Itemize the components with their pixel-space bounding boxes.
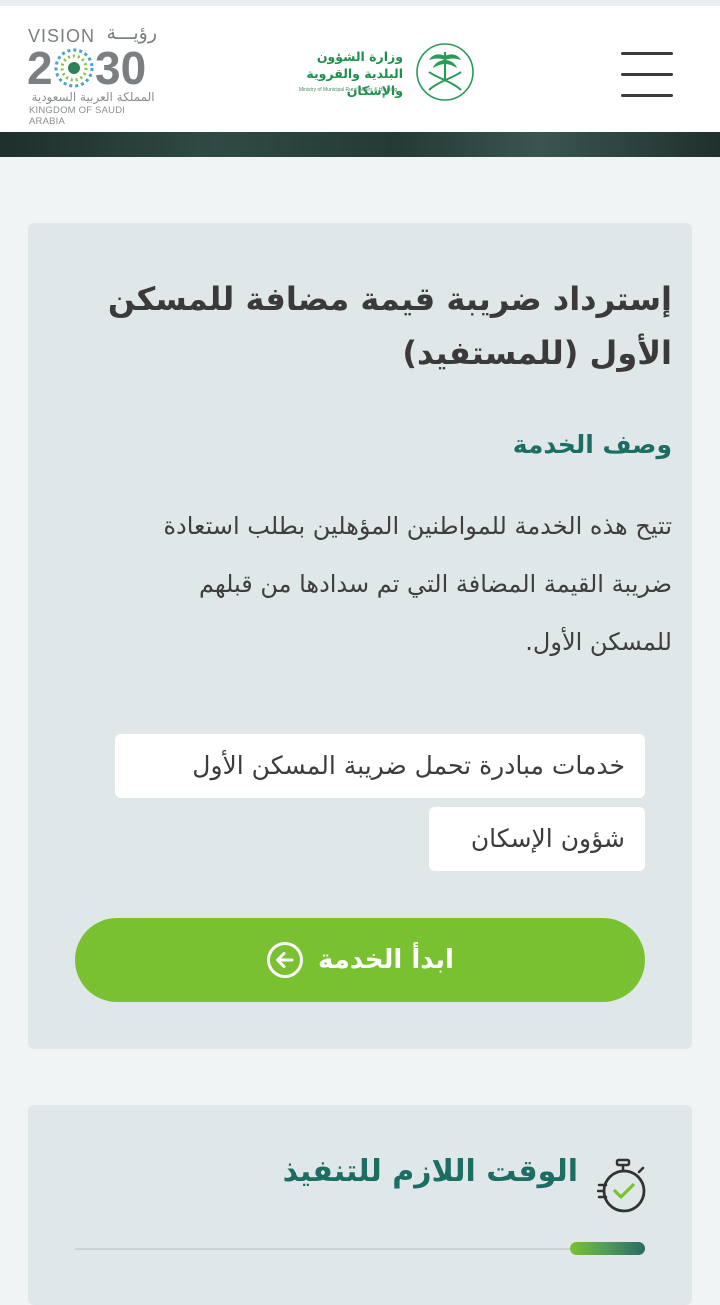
vision-logo-kingdom-ar: المملكة العربية السعودية (31, 90, 155, 104)
arrow-left-circle-icon (267, 942, 304, 978)
hamburger-icon-bar-top (621, 52, 673, 55)
execution-time-title: الوقت اللازم للتنفيذ (282, 1154, 578, 1189)
section-divider (75, 1248, 645, 1250)
menu-button[interactable] (617, 50, 677, 100)
vision-2030-year-mark: 2 30 (27, 44, 146, 90)
hamburger-icon-bar-middle (621, 73, 673, 76)
svg-text:30: 30 (95, 44, 146, 90)
hamburger-icon-bar-bottom (621, 94, 673, 97)
site-header: VISION رؤيـــة 2 30 المملكة العربية السع… (0, 6, 720, 132)
service-description-heading: وصف الخدمة (512, 430, 672, 459)
vision-2030-logo[interactable]: VISION رؤيـــة 2 30 المملكة العربية السع… (27, 22, 163, 127)
section-accent-bar (570, 1242, 645, 1255)
vision-ring-icon (54, 48, 94, 88)
service-description: تتيح هذه الخدمة للمواطنين المؤهلين بطلب … (163, 512, 672, 656)
hero-image-strip (0, 132, 720, 157)
svg-text:2: 2 (27, 44, 53, 90)
start-service-label: ابدأ الخدمة (318, 945, 454, 975)
palm-swords-emblem-icon (416, 43, 474, 101)
vision-logo-kingdom-en: KINGDOM OF SAUDI ARABIA (29, 105, 126, 127)
execution-time-card (28, 1105, 692, 1305)
ministry-name-en: Ministry of Municipal Rural Affairs & Ho… (298, 87, 398, 93)
stopwatch-icon (597, 1158, 646, 1213)
service-tag-housing[interactable]: شؤون الإسكان (429, 807, 645, 871)
vision-logo-ar-text: رؤيـــة (106, 22, 157, 44)
start-service-button[interactable]: ابدأ الخدمة (75, 918, 645, 1002)
service-tag-initiative[interactable]: خدمات مبادرة تحمل ضريبة المسكن الأول (115, 734, 645, 798)
service-title: إسترداد ضريبة قيمة مضافة للمسكن الأول (ل… (107, 280, 672, 372)
ministry-logo[interactable]: وزارة الشؤون البلدية والقروية والإسكان M… (283, 42, 479, 106)
